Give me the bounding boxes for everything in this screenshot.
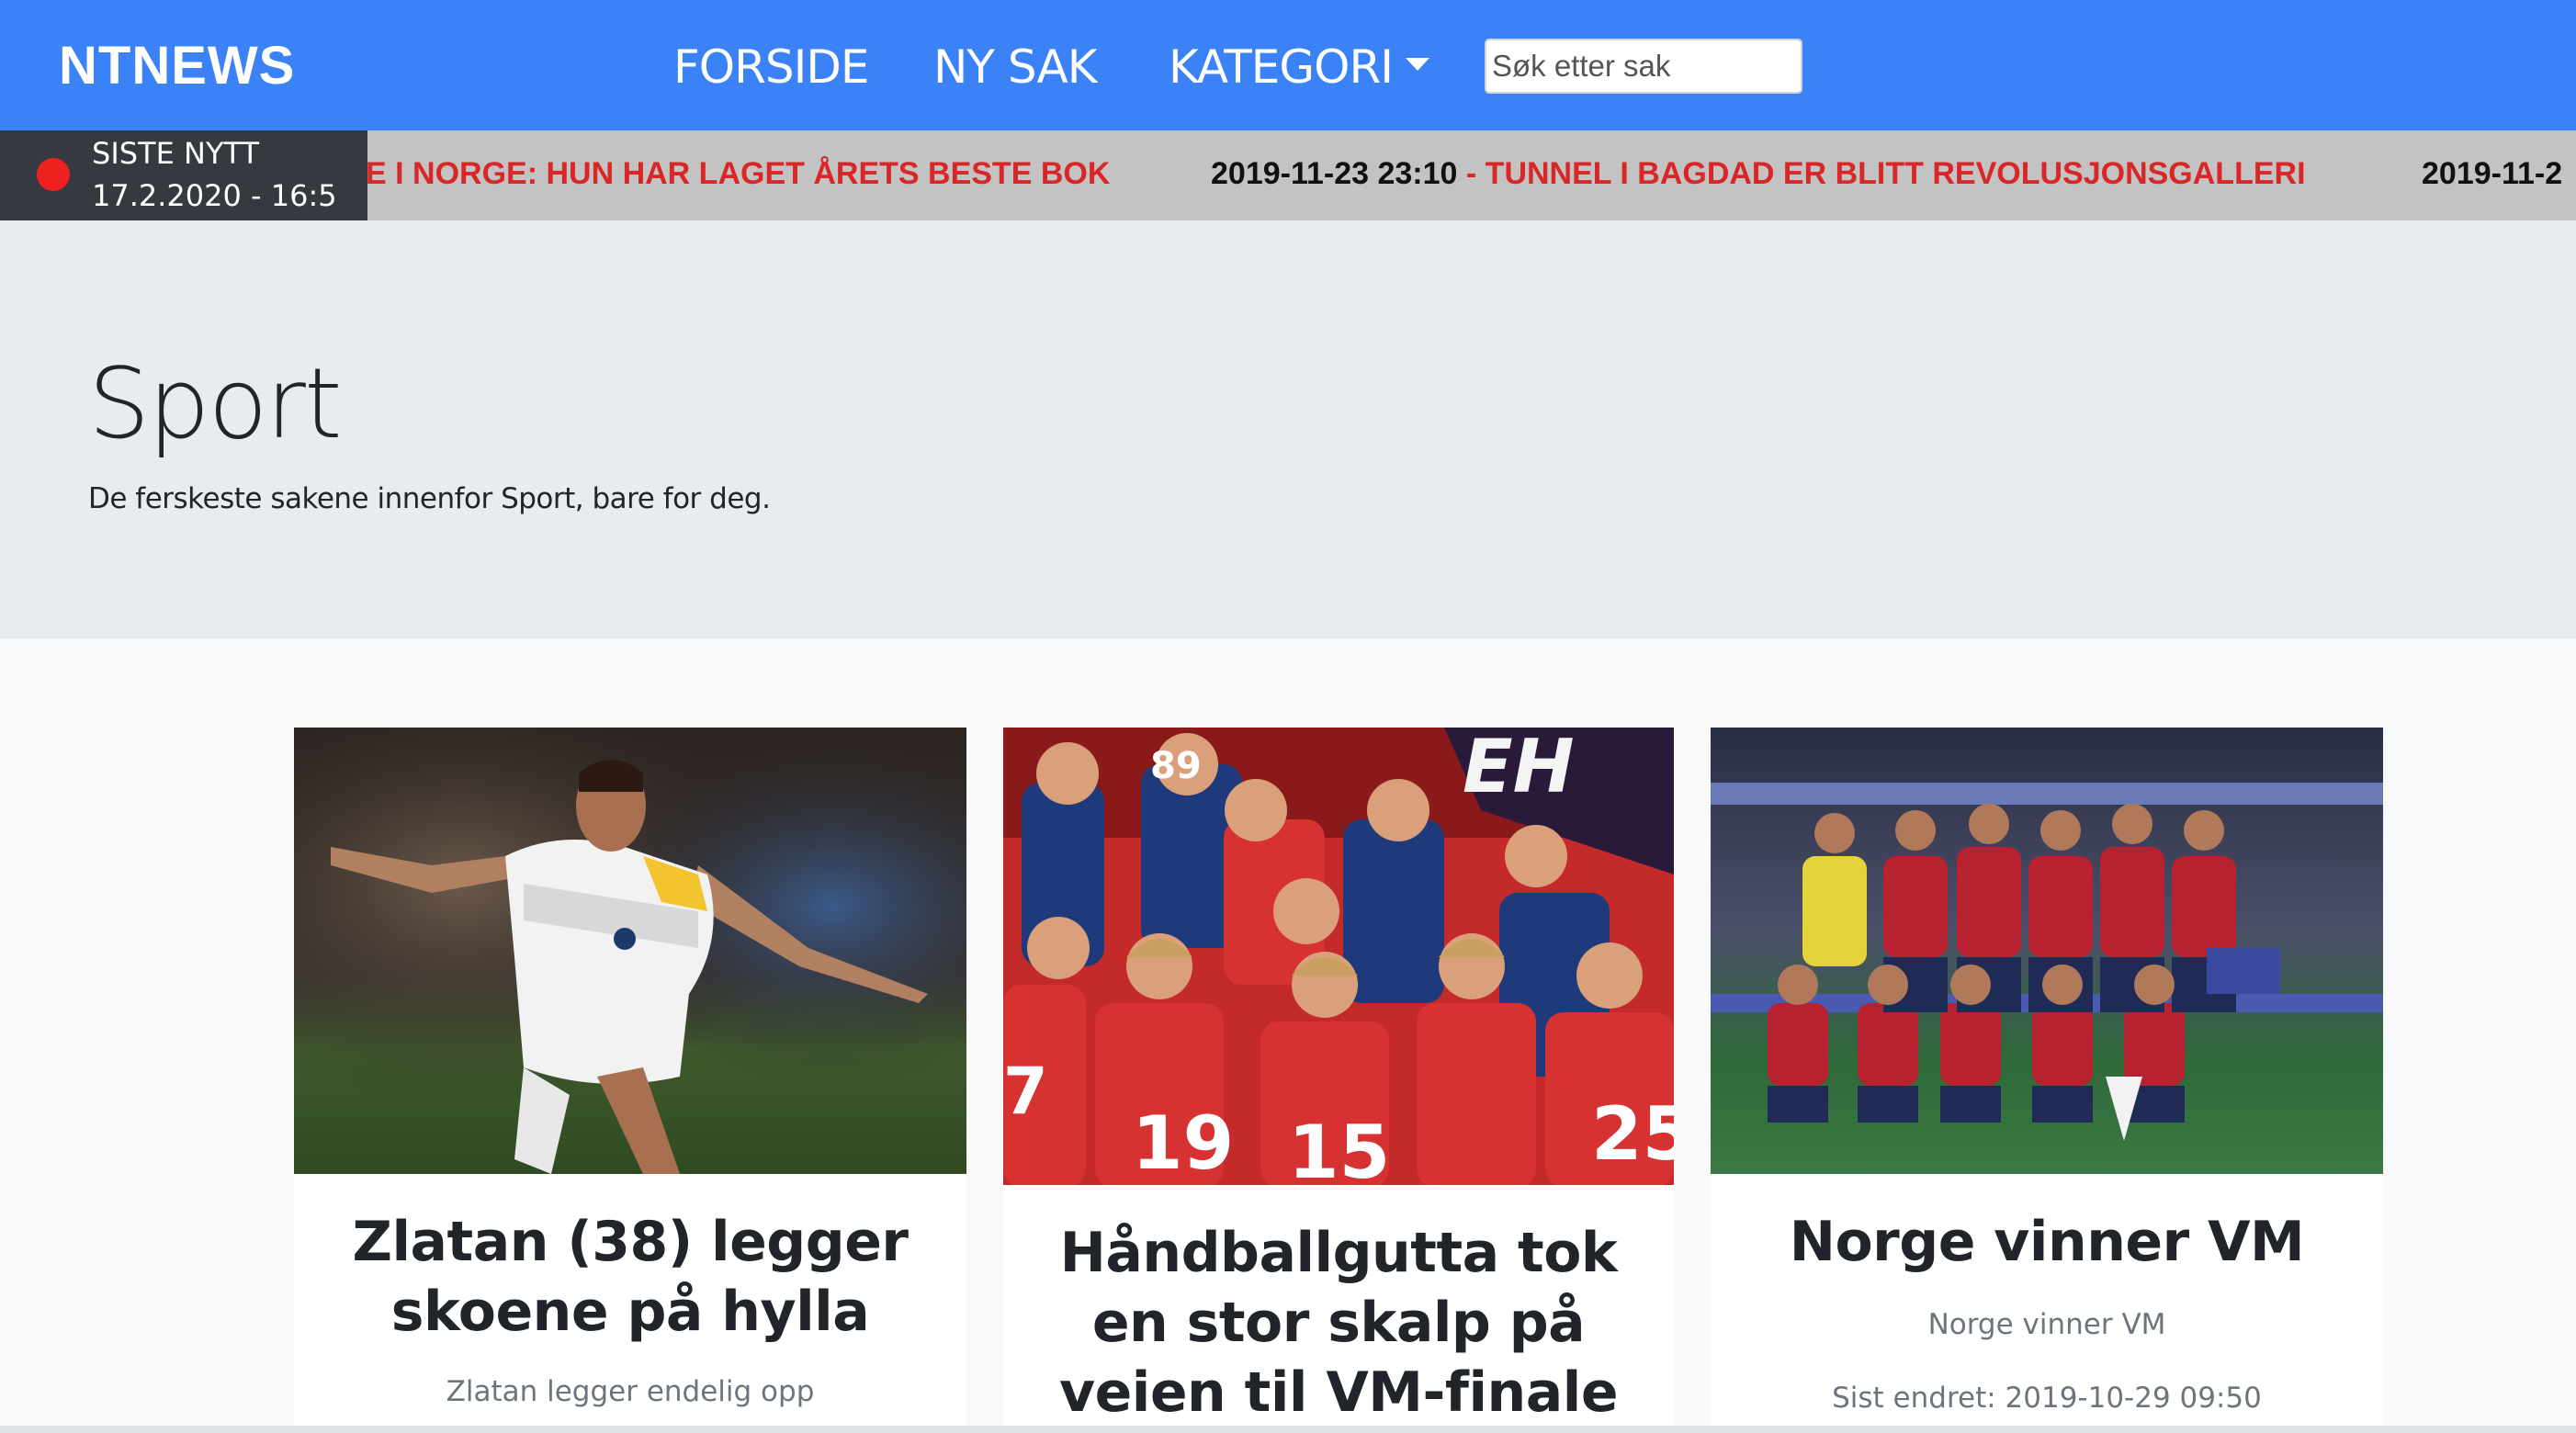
news-ticker: SISTE NYTT 17.2.2020 - 16:5 E I NORGE: H… <box>0 130 2576 220</box>
ticker-item[interactable]: E I NORGE: HUN HAR LAGET ÅRETS BESTE BOK <box>366 156 1110 192</box>
ticker-item[interactable]: 2019-11-23 23:10 - TUNNEL I BAGDAD ER BL… <box>1211 156 2306 192</box>
article-image-football-player <box>294 728 966 1174</box>
svg-text:19: 19 <box>1132 1100 1234 1185</box>
svg-text:89: 89 <box>1150 745 1202 787</box>
article-last-modified: Sist endret: 2019-10-29 09:50 <box>1832 1382 2262 1415</box>
nav-kategori-dropdown[interactable]: KATEGORI <box>1169 40 1429 94</box>
article-card[interactable]: Norge vinner VM Norge vinner VM Sist end… <box>1711 728 2383 1433</box>
nav-kategori-label: KATEGORI <box>1169 40 1394 94</box>
ticker-time: 17.2.2020 - 16:5 <box>92 178 337 213</box>
article-card[interactable]: Zlatan (38) legger skoene på hylla Zlata… <box>294 728 966 1433</box>
ticker-date: 2019-11-23 23:10 <box>1211 156 1458 191</box>
svg-text:15: 15 <box>1288 1110 1390 1185</box>
article-title[interactable]: Zlatan (38) legger skoene på hylla <box>312 1207 948 1347</box>
nav-ny-sak[interactable]: NY SAK <box>933 40 1097 94</box>
article-summary: Norge vinner VM <box>1927 1308 2166 1341</box>
category-header: Sport De ferskeste sakene innenfor Sport… <box>0 220 2576 638</box>
article-image-handball-team: EH 19 15 25 7 89 <box>1003 728 1674 1185</box>
svg-text:EH: EH <box>1463 728 1575 809</box>
ticker-headline: E I NORGE: HUN HAR LAGET ÅRETS BESTE BOK <box>366 156 1111 191</box>
article-title[interactable]: Norge vinner VM <box>1729 1207 2365 1277</box>
ticker-item[interactable]: 2019-11-2 <box>2422 156 2562 192</box>
search-input[interactable] <box>1485 39 1802 94</box>
ticker-date: 2019-11-2 <box>2422 156 2563 191</box>
ticker-headline: TUNNEL I BAGDAD ER BLITT REVOLUSJONSGALL… <box>1485 156 2306 191</box>
page-bottom-divider <box>0 1426 2576 1433</box>
svg-text:7: 7 <box>1003 1054 1048 1129</box>
page-title: Sport <box>88 347 343 460</box>
nav-forside[interactable]: FORSIDE <box>673 40 869 94</box>
article-image-national-team <box>1711 728 2383 1174</box>
red-dot-icon <box>37 158 70 191</box>
ticker-label: SISTE NYTT 17.2.2020 - 16:5 <box>0 130 367 220</box>
page-subtitle: De ferskeste sakene innenfor Sport, bare… <box>88 482 771 515</box>
svg-text:25: 25 <box>1591 1091 1674 1177</box>
ticker-title: SISTE NYTT <box>92 136 260 171</box>
article-summary: Zlatan legger endelig opp <box>446 1375 815 1408</box>
article-title[interactable]: Håndballgutta tok en stor skalp på veien… <box>1022 1218 1655 1427</box>
navbar: NTNEWS FORSIDE NY SAK KATEGORI <box>0 0 2576 130</box>
ticker-separator: - <box>1457 156 1486 191</box>
brand-logo[interactable]: NTNEWS <box>59 35 295 96</box>
caret-down-icon <box>1405 57 1429 71</box>
article-card[interactable]: EH 19 15 25 7 89 Håndballgutta tok en st… <box>1003 728 1674 1433</box>
